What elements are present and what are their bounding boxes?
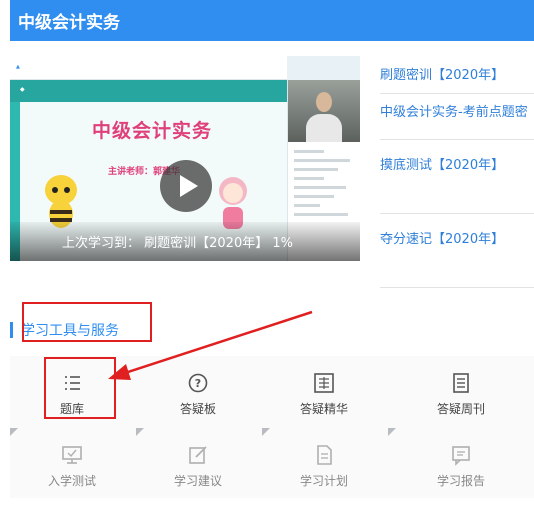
section-accent-bar [10,322,13,338]
course-item[interactable]: 摸底测试【2020年】 [380,140,534,214]
tool-ruxueceshi: 入学测试 [10,428,134,498]
course-item-label[interactable]: 夺分速记【2020年】 [380,228,504,247]
page: 中级会计实务 ▲ ◆ 中级会计实务 主讲老师：郭建华 上次学习到： 刷题密训【2… [0,0,534,512]
teacher-body [306,114,342,142]
tool-dayiban[interactable]: ? 答疑板 [136,356,260,426]
tool-xuexibaogao: 学习报告 [388,428,534,498]
course-item-label[interactable]: 中级会计实务-考前点题密 [380,101,528,120]
course-item-label[interactable]: 刷题密训【2020年】 [380,64,504,83]
tool-label: 入学测试 [47,474,96,488]
course-title: 中级会计实务 [18,13,120,33]
side-panel-text [294,150,354,222]
teacher-camera [288,80,360,142]
tool-label: 学习报告 [436,474,485,488]
teacher-face [316,92,332,112]
tool-dayizhoukan[interactable]: 答疑周刊 [388,356,534,426]
course-item[interactable]: 中级会计实务-考前点题密 [380,94,534,140]
tool-xuexijihua: 学习计划 [262,428,386,498]
course-header: 中级会计实务 [10,0,534,41]
play-button[interactable] [160,160,212,212]
bee-mascot-icon [45,175,77,228]
document-icon [453,373,469,393]
tool-xuexijianyi: 学习建议 [136,428,260,498]
tool-label: 学习建议 [173,474,222,488]
question-icon: ? [188,373,208,393]
slide-logo-icon: ◆ [20,86,25,93]
tool-label: 学习计划 [299,474,348,488]
course-item-label[interactable]: 摸底测试【2020年】 [380,154,504,173]
course-chapter-list: 刷题密训【2020年】 中级会计实务-考前点题密 摸底测试【2020年】 夺分速… [380,56,534,288]
monitor-icon [62,446,82,464]
file-icon [317,445,332,465]
course-item[interactable]: 刷题密训【2020年】 [380,56,534,94]
corner-marker [262,428,270,436]
svg-text:?: ? [195,377,201,390]
corner-marker [136,428,144,436]
slide-title: 中级会计实务 [92,120,213,142]
report-icon [452,446,470,466]
course-item[interactable]: 夺分速记【2020年】 [380,214,534,288]
corner-marker [10,428,18,436]
resume-progress-text[interactable]: 上次学习到： 刷题密训【2020年】 1% [62,232,293,251]
essence-icon [314,373,334,393]
video-topbar: ▲ [10,56,287,80]
brand-logo: ▲ [16,64,20,70]
video-player[interactable]: ▲ ◆ 中级会计实务 主讲老师：郭建华 上次学习到： 刷题密训【2020年】 1… [10,56,360,261]
edit-icon [189,446,207,464]
annotation-box-title [22,302,152,342]
annotation-box-tiku [44,357,116,419]
slide-header-bar: ◆ [10,80,287,102]
tool-label: 答疑精华 [299,402,348,416]
tool-label: 答疑板 [179,402,216,416]
tool-label: 答疑周刊 [436,402,485,416]
tool-dayijinghua[interactable]: 答疑精华 [262,356,386,426]
corner-marker [388,428,396,436]
